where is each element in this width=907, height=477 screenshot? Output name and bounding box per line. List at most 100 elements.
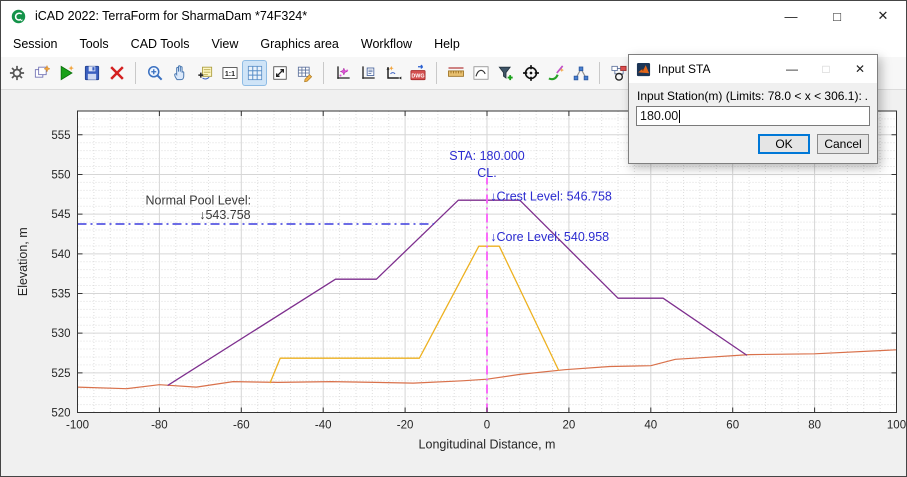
toolbar-export-dwg-button[interactable]: DWG [406,61,429,85]
minimize-button[interactable]: — [768,1,814,31]
plot-document-icon [361,66,375,79]
dialog-title-bar[interactable]: Input STA — □ ✕ [629,55,877,83]
x-tick-label: 80 [808,420,821,432]
app-window: iCAD 2022: TerraForm for SharmaDam *74F3… [0,0,907,477]
dialog-prompt-row: Input Station(m) (Limits: 78.0 < x < 306… [629,83,877,103]
toolbar-separator [436,62,437,84]
x-tick-label: 100 [887,420,906,432]
dialog-minimize-button[interactable]: — [775,55,809,83]
save-session-icon [84,65,99,81]
toolbar-curve-window-button[interactable] [469,61,492,85]
toolbar-magic-wand-button[interactable] [544,61,567,85]
menu-item-session[interactable]: Session [2,33,68,55]
toolbar-add-filter-button[interactable] [494,61,517,85]
x-axis-label: Longitudinal Distance, m [419,438,556,452]
run-session-icon [60,65,74,81]
plot-wizard-icon [336,66,350,79]
pan-hand-icon [173,65,184,81]
toolbar-fit-to-window-button[interactable] [268,61,291,85]
y-tick-label: 525 [51,368,70,380]
toolbar-measure-ruler-button[interactable] [444,61,467,85]
y-axis-label: Elevation, m [16,227,30,296]
toolbar-target-point-button[interactable] [519,61,542,85]
chart-annotation: ↓Crest Level: 546.758 [490,190,612,204]
x-tick-label: -20 [397,420,414,432]
toolbar-run-session-button[interactable] [55,61,78,85]
toolbar-plot-wizard-button[interactable] [331,61,354,85]
app-logo-icon [10,8,27,25]
window-controls: — □ ✕ [768,1,906,31]
toolbar-workflow-diagram-button[interactable] [607,61,630,85]
toolbar-actual-size-button[interactable]: 1:1 [218,61,241,85]
dialog-buttons: OK Cancel [758,134,869,154]
toolbar-zoom-in-button[interactable] [143,61,166,85]
maximize-button[interactable]: □ [814,1,860,31]
grid-toggle-icon [247,65,262,81]
y-tick-label: 535 [51,288,70,300]
y-tick-label: 555 [51,130,70,142]
y-tick-label: 520 [51,408,70,420]
target-point-icon [522,65,539,81]
chart-annotation: STA: 180.000 [449,149,525,163]
matlab-icon [636,62,651,77]
chart-annotation: ↓Core Level: 540.958 [490,230,609,244]
x-tick-label: -100 [66,420,89,432]
x-tick-label: 0 [484,420,490,432]
toolbar-separator [323,62,324,84]
toolbar-polyline-nodes-button[interactable] [569,61,592,85]
settings-gear-icon [9,65,24,81]
y-tick-label: 550 [51,169,70,181]
svg-text:1:1: 1:1 [224,70,234,78]
x-tick-label: 20 [563,420,576,432]
station-input[interactable]: 180.00 [636,106,870,126]
toolbar-settings-gear-button[interactable] [5,61,28,85]
chart-annotation: CL. [477,166,496,180]
menu-item-workflow[interactable]: Workflow [350,33,423,55]
x-tick-label: 40 [644,420,657,432]
edit-table-icon [297,66,312,83]
toolbar-plot-document-button[interactable] [356,61,379,85]
toolbar-grid-toggle-button[interactable] [243,61,266,85]
toolbar-add-annotation-button[interactable] [193,61,216,85]
toolbar-save-session-button[interactable] [80,61,103,85]
menu-item-view[interactable]: View [201,33,250,55]
curve-window-icon [473,66,488,80]
x-tick-label: -60 [233,420,250,432]
add-annotation-icon [197,66,212,80]
chart-annotation: ↓543.758 [199,208,250,222]
chart-annotation: Normal Pool Level: [145,194,251,208]
toolbar-delete-object-button[interactable] [105,61,128,85]
input-sta-dialog: Input STA — □ ✕ Input Station(m) (Limits… [628,54,878,164]
toolbar-separator [135,62,136,84]
toolbar-pan-hand-button[interactable] [168,61,191,85]
toolbar-edit-table-button[interactable] [293,61,316,85]
toolbar-axes-settings-button[interactable] [381,61,404,85]
x-tick-label: 60 [726,420,739,432]
toolbar-copy-objects-button[interactable] [30,61,53,85]
menu-item-tools[interactable]: Tools [68,33,119,55]
station-input-label-suffix: . [864,89,868,103]
dialog-controls: — □ ✕ [775,55,877,83]
x-tick-label: -80 [151,420,168,432]
magic-wand-icon [547,65,564,81]
workflow-diagram-icon [611,65,626,81]
close-button[interactable]: ✕ [860,1,906,31]
text-caret [679,109,681,123]
toolbar-separator [599,62,600,84]
dialog-title: Input STA [658,62,711,76]
menu-item-graphics-area[interactable]: Graphics area [249,33,350,55]
menu-item-cad-tools[interactable]: CAD Tools [120,33,201,55]
y-tick-label: 540 [51,249,70,261]
ok-button[interactable]: OK [758,134,810,154]
cancel-button[interactable]: Cancel [817,134,869,154]
menu-item-help[interactable]: Help [423,33,471,55]
export-dwg-icon: DWG [410,64,425,81]
dialog-maximize-button: □ [822,62,830,76]
copy-objects-icon [34,64,50,78]
zoom-in-icon [147,66,162,81]
polyline-nodes-icon [573,66,588,81]
x-tick-label: -40 [315,420,332,432]
dialog-close-button[interactable]: ✕ [843,55,877,83]
actual-size-icon: 1:1 [222,67,237,79]
delete-object-icon [109,66,124,80]
